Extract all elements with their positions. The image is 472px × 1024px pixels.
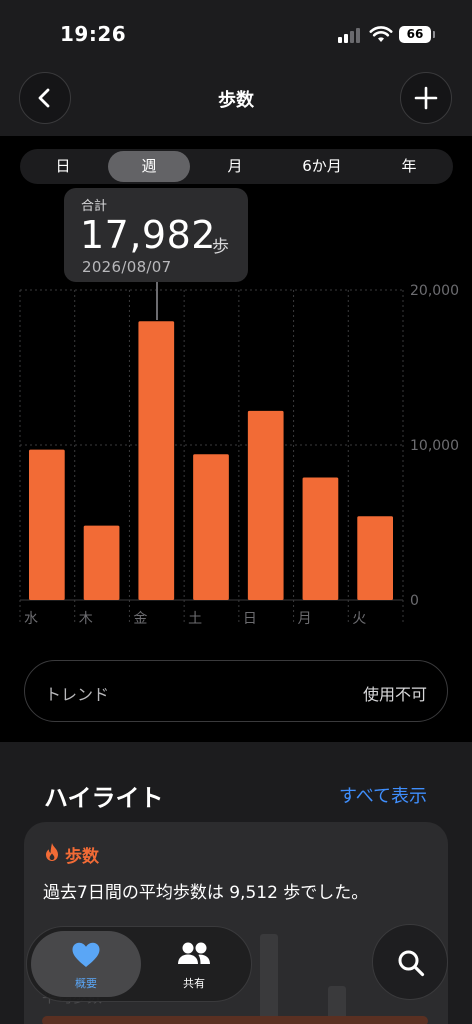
x-tick-label: 月 <box>298 611 312 625</box>
bar-月[interactable] <box>302 477 339 600</box>
x-tick-label: 金 <box>133 611 147 625</box>
trend-label: トレンド <box>45 685 110 704</box>
tab-sharing[interactable]: 共有 <box>139 931 249 997</box>
highlights-title: ハイライト <box>44 784 164 812</box>
trend-status: 使用不可 <box>362 685 427 704</box>
add-data-button[interactable] <box>400 72 452 124</box>
steps-chart[interactable]: 0 10,000 20,000 水 木 金 土 日 月 火 <box>0 280 472 625</box>
tooltip-date: 2026/08/07 <box>82 258 172 276</box>
segment-day[interactable]: 日 <box>22 151 104 182</box>
bar-土[interactable] <box>193 454 229 600</box>
tab-summary-label: 概要 <box>75 977 97 990</box>
status-time: 19:26 <box>60 22 127 46</box>
plus-icon <box>414 86 438 110</box>
search-icon <box>398 950 425 977</box>
heart-icon <box>72 942 100 967</box>
tab-bar: 概要 共有 <box>26 926 252 1002</box>
bar-木[interactable] <box>83 525 120 600</box>
highlight-preview-progress <box>42 1016 428 1024</box>
flame-icon <box>46 843 58 861</box>
bar-火[interactable] <box>357 516 393 600</box>
cellular-signal-icon <box>338 27 362 43</box>
segment-6-months[interactable]: 6か月 <box>280 151 364 182</box>
tab-sharing-label: 共有 <box>183 977 205 990</box>
x-tick-label: 水 <box>24 611 38 625</box>
x-tick-label: 日 <box>243 611 257 625</box>
y-tick-label: 10,000 <box>410 438 459 454</box>
y-tick-label: 0 <box>410 593 419 609</box>
search-button[interactable] <box>372 924 448 1000</box>
tooltip-label: 合計 <box>81 199 108 214</box>
bar-水[interactable] <box>29 449 65 600</box>
tab-summary[interactable]: 概要 <box>31 931 141 997</box>
x-tick-label: 土 <box>188 611 202 625</box>
trend-row[interactable]: トレンド 使用不可 <box>24 660 448 722</box>
segment-year[interactable]: 年 <box>368 151 450 182</box>
x-tick-label: 木 <box>79 611 93 625</box>
highlight-preview-bar <box>260 934 278 1024</box>
tooltip-unit: 歩 <box>212 237 229 257</box>
show-all-link[interactable]: すべて表示 <box>339 782 427 808</box>
battery-icon: 66 <box>399 26 435 43</box>
wifi-icon <box>369 26 393 42</box>
y-tick-label: 20,000 <box>410 283 459 299</box>
steps-screen: 19:26 66 歩数 日 週 月 6か月 年 0 10,000 20,000 … <box>0 0 472 1024</box>
highlight-text: 過去7日間の平均歩数は 9,512 歩でした。 <box>43 883 369 903</box>
nav-header: 歩数 <box>0 66 472 136</box>
highlight-category: 歩数 <box>65 847 99 867</box>
bar-chart-svg: 0 10,000 20,000 水 木 金 土 日 月 火 <box>19 283 459 625</box>
people-icon <box>178 942 210 964</box>
bar-金[interactable] <box>138 321 175 600</box>
selection-indicator-line <box>156 282 158 320</box>
bar-日[interactable] <box>247 410 284 600</box>
selection-tooltip: 合計 17,982 歩 2026/08/07 <box>64 188 248 282</box>
segment-week[interactable]: 週 <box>108 151 190 182</box>
time-range-segmented-control: 日 週 月 6か月 年 <box>20 149 453 184</box>
segment-month[interactable]: 月 <box>194 151 276 182</box>
tooltip-value: 17,982 <box>80 213 216 257</box>
x-tick-label: 火 <box>352 611 366 625</box>
status-bar: 19:26 66 <box>0 0 472 66</box>
